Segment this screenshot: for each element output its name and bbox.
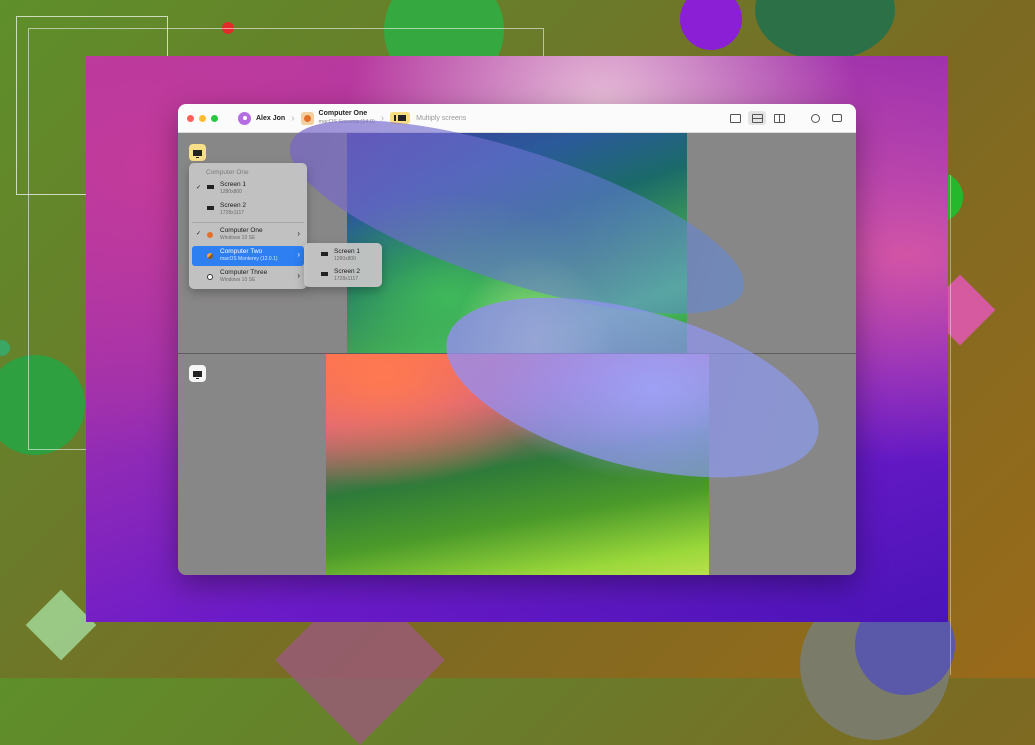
toolbar — [726, 111, 846, 125]
background-outline — [950, 175, 1016, 675]
football-icon — [207, 253, 213, 259]
soccer-ball-icon — [207, 274, 213, 280]
menu-item-screen-1[interactable]: ✓ Screen 1 1280x800 — [192, 179, 304, 199]
checkmark-icon: ✓ — [196, 185, 202, 191]
chevron-right-icon: › — [297, 250, 300, 259]
menu-item-resolution: 1728x1117 — [334, 276, 359, 282]
gear-icon — [810, 113, 820, 123]
split-horizontal-icon — [751, 113, 763, 123]
computer-icon[interactable] — [300, 111, 314, 125]
monitor-icon — [193, 370, 202, 379]
menu-item-label: Computer Two — [220, 248, 263, 255]
title-bar: Alex Jon › Computer One macOS Sonoma (14… — [178, 104, 856, 133]
menu-item-label: Screen 1 — [334, 248, 361, 255]
screen-selector-menu: Computer One ✓ Screen 1 1280x800 Screen … — [189, 163, 307, 289]
menu-item-resolution: 1728x1117 — [220, 210, 245, 216]
single-view-icon — [729, 113, 741, 123]
chat-button[interactable] — [828, 111, 846, 125]
menu-header: Computer One — [206, 169, 249, 176]
menu-item-screen-2[interactable]: Screen 2 1728x1117 — [192, 200, 304, 220]
menu-divider — [192, 222, 304, 223]
menu-item-label: Screen 2 — [220, 202, 247, 209]
screen-pane-bottom — [178, 262, 856, 575]
basketball-icon — [207, 232, 213, 238]
mode-label: Multiply screens — [416, 114, 467, 122]
monitor-icon — [321, 252, 328, 256]
background-circle — [680, 0, 742, 50]
close-button[interactable] — [187, 114, 194, 122]
screen-selector-button[interactable] — [189, 144, 206, 161]
menu-item-computer-two[interactable]: Computer Two macOS Monterey (12.0.1) › — [192, 246, 304, 266]
menu-item-os: Windows 10 SE — [220, 235, 256, 241]
remote-screen-2[interactable] — [326, 262, 838, 575]
menu-item-resolution: 1280x800 — [220, 189, 242, 195]
single-view-button[interactable] — [726, 111, 744, 125]
chat-icon — [832, 114, 842, 122]
split-horizontal-button[interactable] — [748, 111, 766, 125]
settings-button[interactable] — [806, 111, 824, 125]
chevron-right-icon: › — [297, 271, 300, 280]
computer-two-submenu: Screen 1 1280x800 Screen 2 1728x1117 — [304, 243, 382, 287]
menu-item-os: Windows 10 SE — [220, 277, 256, 283]
window-controls — [187, 114, 218, 122]
submenu-item-screen-2[interactable]: Screen 2 1728x1117 — [307, 266, 379, 286]
maximize-button[interactable] — [211, 114, 218, 122]
minimize-button[interactable] — [199, 114, 206, 122]
menu-item-label: Screen 2 — [334, 268, 361, 275]
computer-title: Computer One — [318, 110, 368, 117]
background-circle — [755, 0, 895, 60]
chevron-right-icon: › — [297, 229, 300, 238]
menu-item-os: macOS Monterey (12.0.1) — [220, 256, 278, 262]
submenu-item-screen-1[interactable]: Screen 1 1280x800 — [307, 246, 379, 266]
user-avatar-icon[interactable] — [238, 111, 251, 125]
screen-selector-button[interactable] — [189, 365, 206, 382]
split-vertical-button[interactable] — [770, 111, 788, 125]
menu-item-label: Screen 1 — [220, 181, 247, 188]
menu-item-resolution: 1280x800 — [334, 256, 356, 262]
monitor-icon — [193, 149, 202, 158]
menu-item-label: Computer One — [220, 227, 263, 234]
checkmark-icon: ✓ — [196, 231, 202, 237]
menu-item-computer-one[interactable]: ✓ Computer One Windows 10 SE › — [192, 225, 304, 245]
split-vertical-icon — [773, 113, 785, 123]
menu-item-label: Computer Three — [220, 269, 268, 276]
background-dot — [0, 340, 10, 356]
monitor-icon — [207, 206, 214, 210]
chevron-right-icon: › — [291, 112, 295, 124]
monitor-icon — [207, 185, 214, 189]
menu-item-computer-three[interactable]: Computer Three Windows 10 SE › — [192, 267, 304, 287]
monitor-icon — [321, 272, 328, 276]
user-name[interactable]: Alex Jon — [256, 115, 285, 122]
